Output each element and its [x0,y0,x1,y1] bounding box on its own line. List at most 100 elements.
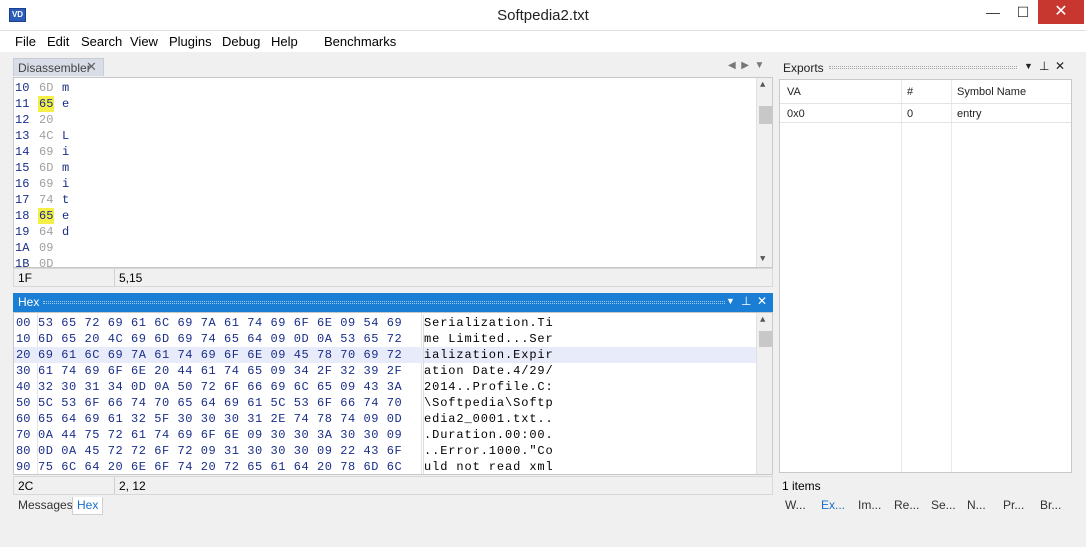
pin-icon[interactable]: ⊥ [1039,59,1049,73]
hex-row[interactable]: 10 6D 65 20 4C 69 6D 69 74 65 64 09 0D 0A… [14,331,756,347]
scroll-up-icon[interactable]: ▲ [760,80,765,90]
hex-bytes[interactable]: 32 30 31 34 0D 0A 50 72 6F 66 69 6C 65 0… [38,379,402,395]
column-header-symbol[interactable]: Symbol Name [957,86,1026,98]
tab-close-icon[interactable]: ✕ [86,59,97,75]
row-byte: 69 [39,145,54,159]
maximize-button[interactable]: ☐ [1008,0,1038,24]
row-address: 12 [15,113,30,127]
hex-bytes[interactable]: 0D 0A 45 72 72 6F 72 09 31 30 30 30 09 2… [38,443,402,459]
hex-bytes[interactable]: 69 61 6C 69 7A 61 74 69 6F 6E 09 45 78 7… [38,347,402,363]
hex-ascii[interactable]: uld not read xml [423,459,554,474]
disassembler-scrollbar[interactable]: ▲ ▼ [756,78,772,267]
minimize-icon: — [986,4,1000,20]
row-char: i [62,145,70,159]
hex-view[interactable]: 00 53 65 72 69 61 6C 69 7A 61 74 69 6F 6E… [13,312,773,475]
hex-bytes[interactable]: 61 74 69 6F 6E 20 44 61 74 65 09 34 2F 3… [38,363,402,379]
menu-help[interactable]: Help [271,34,298,49]
menu-debug[interactable]: Debug [222,34,260,49]
hex-bytes[interactable]: 65 64 69 61 32 5F 30 30 30 31 2E 74 78 7… [38,411,402,427]
hex-scrollbar[interactable]: ▲ [756,313,772,474]
menu-plugins[interactable]: Plugins [169,34,212,49]
hex-ascii[interactable]: ..Error.1000."Co [423,443,554,459]
menu-search[interactable]: Search [81,34,122,49]
menu-file[interactable]: File [15,34,36,49]
row-address: 13 [15,129,30,143]
scroll-up-icon[interactable]: ▲ [760,315,765,325]
hex-status-bar: 2C 2, 12 [13,476,773,495]
close-icon[interactable]: ✕ [757,294,767,308]
close-button[interactable]: ✕ [1038,0,1084,24]
scroll-down-icon[interactable]: ▼ [760,254,765,264]
hex-ascii[interactable]: ialization.Expir [423,347,554,363]
hex-ascii[interactable]: 2014..Profile.C: [423,379,554,395]
export-symbol[interactable]: entry [957,108,981,120]
hex-bytes[interactable]: 75 6C 64 20 6E 6F 74 20 72 65 61 64 20 7… [38,459,402,474]
hex-ascii[interactable]: .Duration.00:00. [423,427,554,443]
tab-hex[interactable]: Hex [72,497,104,515]
hex-bytes[interactable]: 6D 65 20 4C 69 6D 69 74 65 64 09 0D 0A 5… [38,331,402,347]
hex-ascii[interactable]: edia2_0001.txt.. [423,411,554,427]
row-byte: 6D [39,81,54,95]
row-byte: 65 [38,96,55,112]
dropdown-icon[interactable]: ▼ [1024,61,1033,71]
menu-edit[interactable]: Edit [47,34,69,49]
bottom-strip [0,520,1086,547]
column-header-number[interactable]: # [907,86,913,98]
minimize-button[interactable]: — [978,0,1008,24]
right-panel-tab[interactable]: Re... [894,497,919,515]
menu-benchmarks[interactable]: Benchmarks [324,34,396,49]
export-number[interactable]: 0 [907,108,913,120]
scroll-thumb[interactable] [759,331,772,347]
menu-view[interactable]: View [130,34,158,49]
row-byte: 4C [39,129,54,143]
tab-list-icon[interactable]: ▼ [755,60,765,71]
tab-messages[interactable]: Messages [14,497,77,515]
tab-disassembler[interactable]: Disassembler ✕ [13,58,104,76]
right-panel-tab[interactable]: Im... [858,497,881,515]
hex-ascii[interactable]: \Softpedia\Softp [423,395,554,411]
hex-bytes[interactable]: 0A 44 75 72 61 74 69 6F 6E 09 30 30 3A 3… [38,427,402,443]
hex-row[interactable]: 50 5C 53 6F 66 74 70 65 64 69 61 5C 53 6F… [14,395,756,411]
hex-row[interactable]: 30 61 74 69 6F 6E 20 44 61 74 65 09 34 2F… [14,363,756,379]
hex-ascii[interactable]: me Limited...Ser [423,331,554,347]
right-panel-tab[interactable]: Se... [931,497,956,515]
hex-ascii[interactable]: Serialization.Ti [423,315,554,331]
row-address: 14 [15,145,30,159]
exports-title: Exports [783,61,824,75]
right-panel-tab[interactable]: Br... [1040,497,1061,515]
hex-panel-header: Hex ▼ ⊥ ✕ [13,293,773,312]
right-panel-tab[interactable]: Pr... [1003,497,1024,515]
hex-row[interactable]: 90 75 6C 64 20 6E 6F 74 20 72 65 61 64 20… [14,459,756,474]
row-byte: 74 [39,193,54,207]
hex-row[interactable]: 40 32 30 31 34 0D 0A 50 72 6F 66 69 6C 65… [14,379,756,395]
row-byte: 6D [39,161,54,175]
column-header-va[interactable]: VA [787,86,801,98]
right-panel-tab[interactable]: Ex... [821,497,845,515]
row-address: 19 [15,225,30,239]
column-divider [951,80,952,472]
right-panel-tab[interactable]: N... [967,497,986,515]
right-panel-tab[interactable]: W... [785,497,806,515]
dropdown-icon[interactable]: ▼ [726,296,735,306]
window-title: Softpedia2.txt [497,7,589,24]
row-char: L [62,129,70,143]
hex-row[interactable]: 70 0A 44 75 72 61 74 69 6F 6E 09 30 30 3A… [14,427,756,443]
tab-prev-icon[interactable]: ◀ [728,60,736,71]
exports-table[interactable]: VA # Symbol Name 0x0 0 entry [779,79,1072,473]
export-va[interactable]: 0x0 [787,108,805,120]
row-byte: 64 [39,225,54,239]
scroll-thumb[interactable] [759,106,772,124]
hex-row[interactable]: 20 69 61 6C 69 7A 61 74 69 6F 6E 09 45 78… [14,347,756,363]
hex-offset: 90 [16,460,31,474]
pin-icon[interactable]: ⊥ [741,294,751,308]
disassembler-view[interactable]: 10 6D m 11 65 e 12 20 13 4C L 14 69 i 15 6D m 16 69 i 17 74 t 1… [13,77,773,268]
hex-row[interactable]: 00 53 65 72 69 61 6C 69 7A 61 74 69 6F 6E… [14,315,756,331]
hex-ascii[interactable]: ation Date.4/29/ [423,363,554,379]
hex-row[interactable]: 80 0D 0A 45 72 72 6F 72 09 31 30 30 30 09… [14,443,756,459]
row-divider [780,122,1071,123]
hex-row[interactable]: 60 65 64 69 61 32 5F 30 30 30 31 2E 74 78… [14,411,756,427]
tab-next-icon[interactable]: ▶ [741,60,749,71]
close-icon[interactable]: ✕ [1055,59,1065,73]
hex-bytes[interactable]: 53 65 72 69 61 6C 69 7A 61 74 69 6F 6E 0… [38,315,402,331]
hex-bytes[interactable]: 5C 53 6F 66 74 70 65 64 69 61 5C 53 6F 6… [38,395,402,411]
